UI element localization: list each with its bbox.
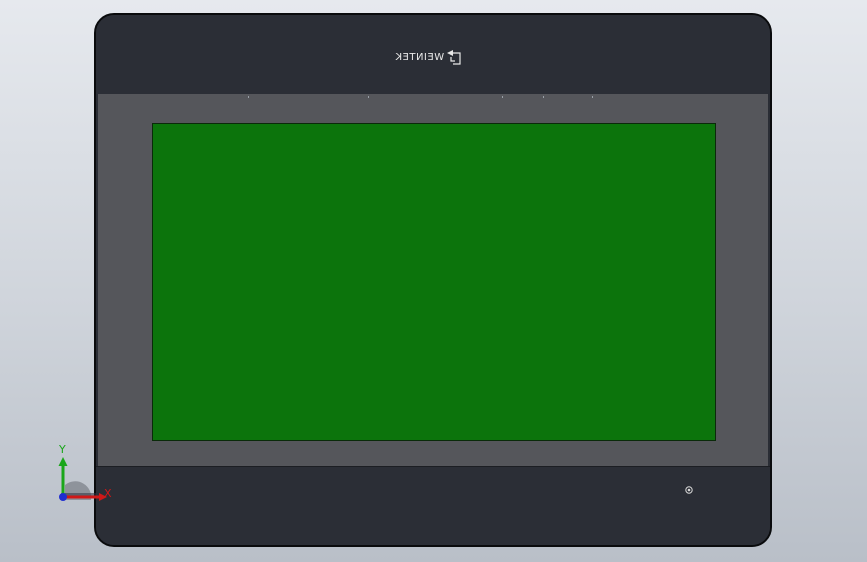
cad-viewport[interactable]: { "device": { "brand_text": "WEINTEK", "… <box>0 0 867 562</box>
touch-screen[interactable] <box>152 123 716 441</box>
frame-tick <box>368 96 369 98</box>
brand-mark: WEINTEK <box>395 49 462 65</box>
bottom-bezel <box>96 466 770 545</box>
frame-tick <box>543 96 544 98</box>
brand-text: WEINTEK <box>395 51 445 63</box>
frame-tick <box>592 96 593 98</box>
frame-tick <box>248 96 249 98</box>
x-axis-label: X <box>104 487 112 500</box>
power-led-icon <box>685 486 693 494</box>
frame-tick <box>502 96 503 98</box>
top-bezel: WEINTEK <box>96 15 770 94</box>
y-axis-label: Y <box>59 443 66 456</box>
weintek-logo-icon <box>447 50 461 65</box>
hmi-panel-model[interactable]: WEINTEK <box>94 13 772 547</box>
